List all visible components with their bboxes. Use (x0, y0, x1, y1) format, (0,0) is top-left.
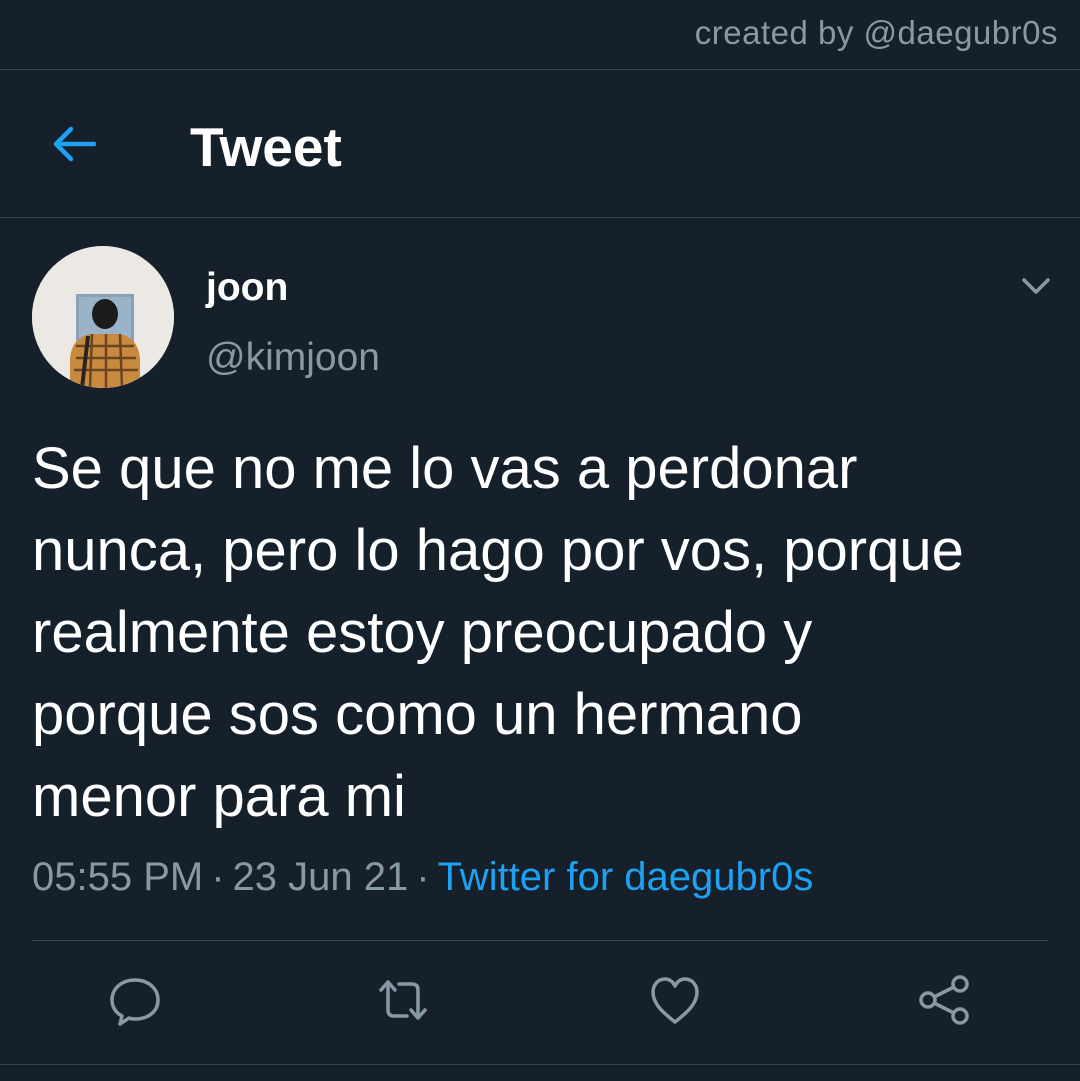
like-button[interactable] (645, 970, 705, 1030)
tweet-text-line: menor para mi (32, 764, 406, 829)
tweet-source-link[interactable]: Twitter for daegubr0s (438, 855, 814, 899)
meta-separator: · (416, 855, 430, 899)
share-button[interactable] (914, 970, 974, 1030)
meta-separator: · (211, 855, 225, 899)
tweet-page: created by @daegubr0s Tweet joon @kimjoo… (0, 0, 1080, 1081)
author-handle[interactable]: @kimjoon (206, 336, 380, 380)
author-name[interactable]: joon (206, 266, 288, 310)
share-icon (919, 975, 969, 1025)
watermark: created by @daegubr0s (694, 14, 1058, 51)
meta-divider (32, 940, 1048, 941)
reply-button[interactable] (105, 970, 165, 1030)
tweet-text-line: porque sos como un hermano (32, 682, 803, 747)
top-divider (0, 69, 1080, 70)
header-bar: Tweet (0, 71, 1080, 217)
header-divider (0, 217, 1080, 218)
back-button[interactable] (44, 111, 104, 171)
tweet-meta: 05:55 PM · 23 Jun 21 · Twitter for daegubr0s (32, 855, 813, 900)
tweet-text-line: Se que no me lo vas a perdonar (32, 436, 858, 501)
tweet-date: 23 Jun 21 (232, 855, 409, 899)
tweet-time: 05:55 PM (32, 855, 204, 899)
avatar[interactable] (32, 246, 174, 388)
avatar-image (32, 246, 174, 388)
bottom-divider (0, 1064, 1080, 1065)
comment-icon (110, 978, 160, 1026)
action-bar (0, 970, 1080, 1030)
more-options-button[interactable] (1014, 268, 1058, 304)
page-title: Tweet (190, 116, 342, 178)
tweet-text: Se que no me lo vas a perdonar nunca, pe… (32, 428, 1062, 838)
heart-icon (651, 977, 699, 1024)
retweet-icon (379, 980, 427, 1020)
tweet-text-line: realmente estoy preocupado y (32, 600, 813, 665)
tweet-text-line: nunca, pero lo hago por vos, porque (32, 518, 964, 583)
arrow-left-icon (53, 126, 97, 162)
retweet-button[interactable] (373, 970, 433, 1030)
chevron-down-icon (1022, 278, 1050, 294)
